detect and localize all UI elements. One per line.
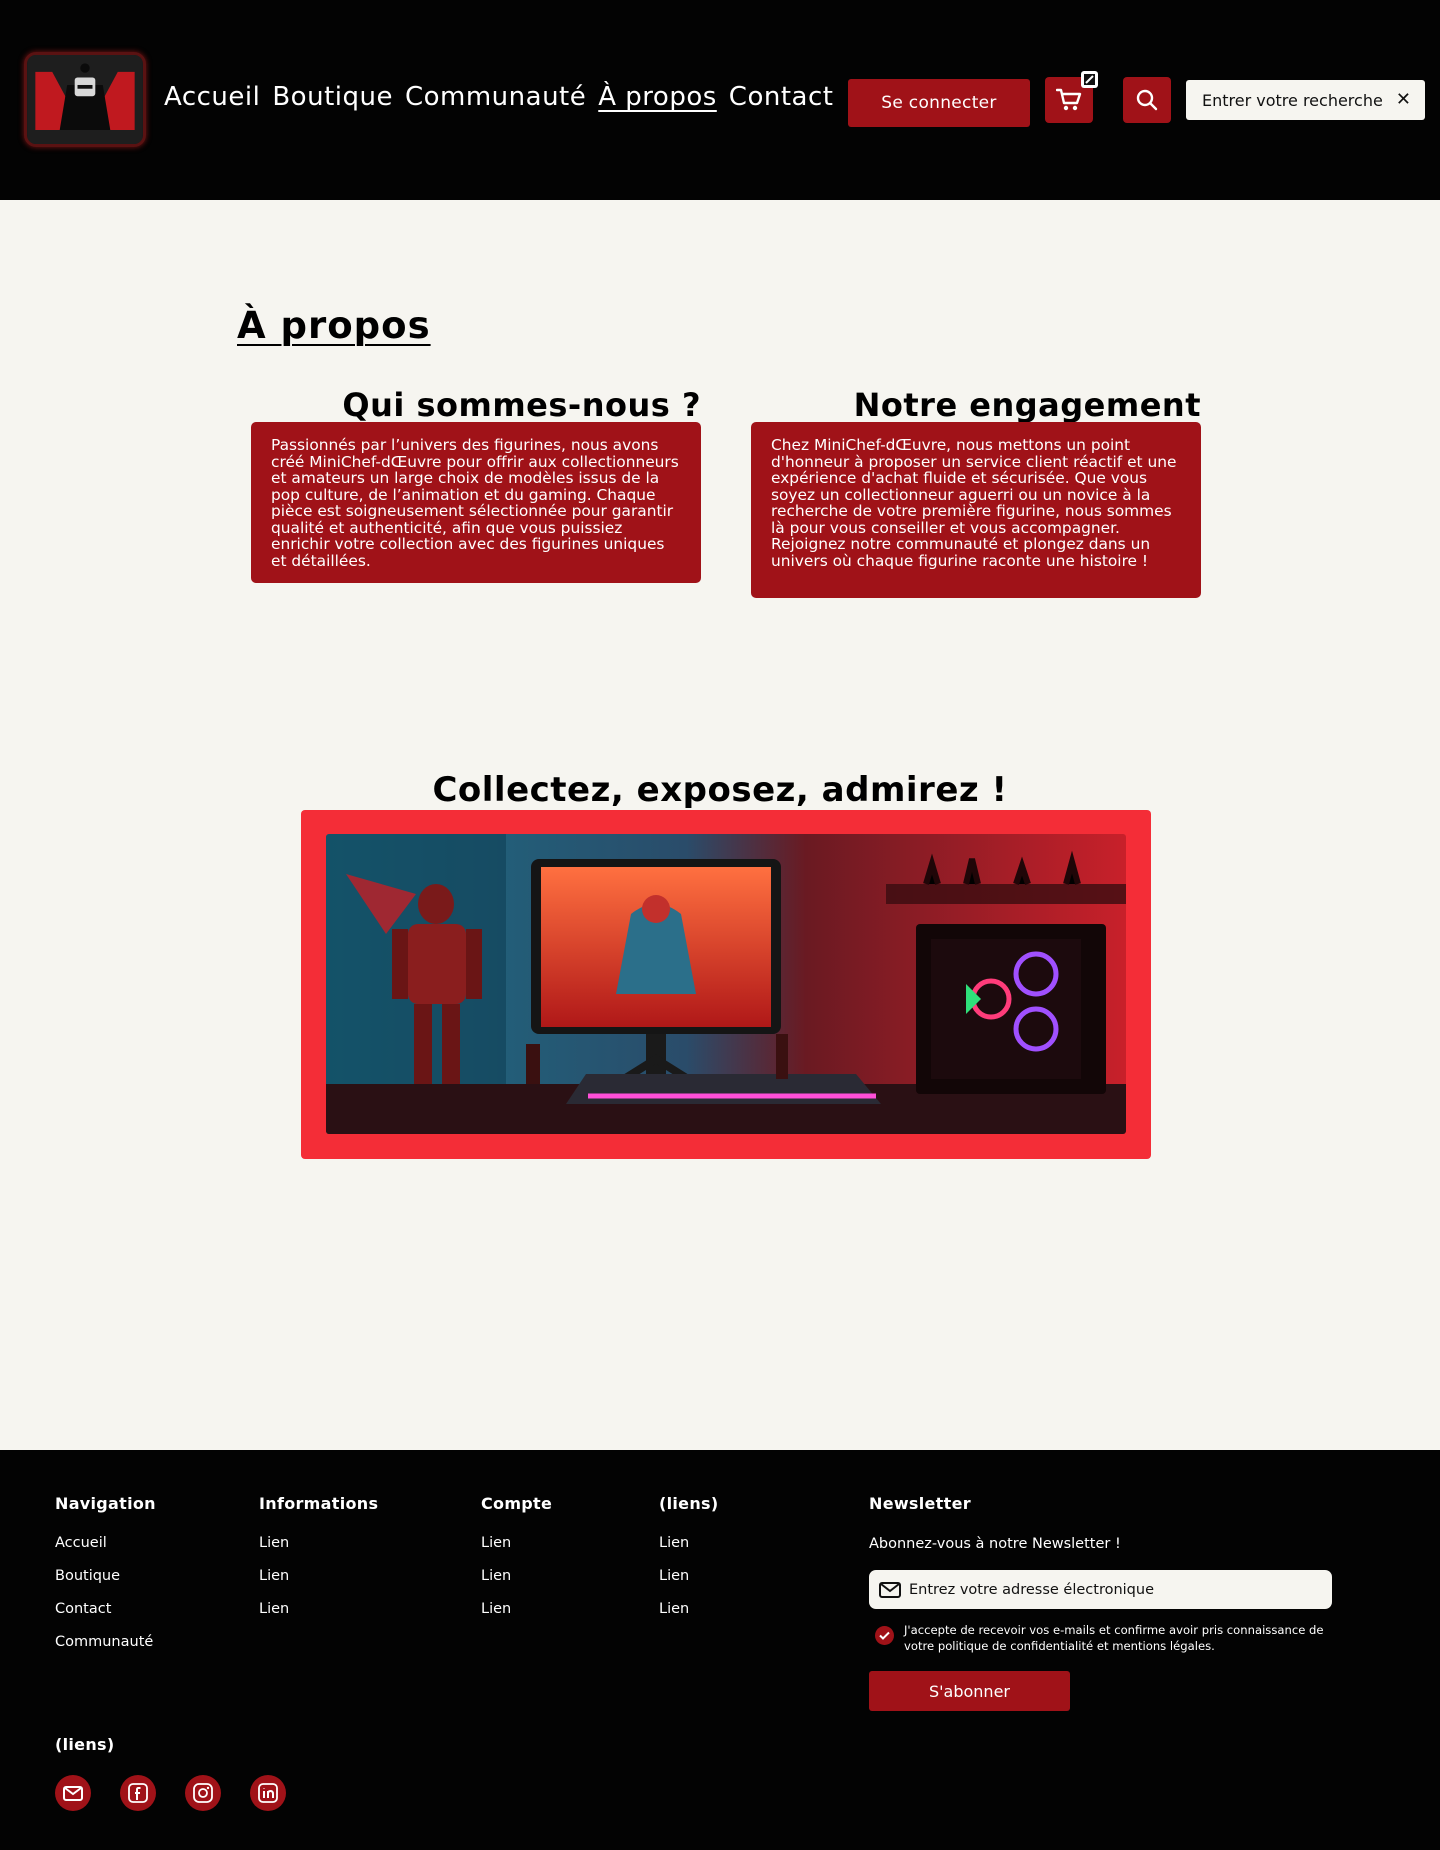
social-mail-link[interactable] — [55, 1775, 91, 1811]
about-card: Passionnés par l’univers des figurines, … — [251, 422, 701, 583]
footer-col-informations: Informations Lien Lien Lien — [259, 1494, 378, 1617]
footer-link[interactable]: Lien — [481, 1601, 552, 1617]
instagram-icon — [193, 1783, 213, 1803]
footer-col-navigation: Navigation Accueil Boutique Contact Comm… — [55, 1494, 156, 1650]
search-icon — [1136, 89, 1158, 111]
commitment-text: Chez MiniChef-dŒuvre, nous mettons un po… — [771, 436, 1177, 570]
gaming-setup-image — [326, 834, 1126, 1134]
footer-link[interactable]: Communauté — [55, 1634, 156, 1650]
footer-link[interactable]: Lien — [659, 1535, 718, 1551]
gallery-frame — [301, 810, 1151, 1159]
newsletter-text: Abonnez-vous à notre Newsletter ! — [869, 1536, 1121, 1552]
cart-icon — [1056, 88, 1082, 111]
footer-heading: Navigation — [55, 1494, 156, 1513]
nav-contact[interactable]: Contact — [729, 82, 834, 112]
footer-link[interactable]: Lien — [481, 1568, 552, 1584]
subscribe-button[interactable]: S'abonner — [869, 1671, 1070, 1711]
search-field: ✕ — [1186, 80, 1425, 120]
footer-col-compte: Compte Lien Lien Lien — [481, 1494, 552, 1617]
checkmark-icon — [879, 1631, 890, 1640]
newsletter-heading: Newsletter — [869, 1494, 971, 1513]
social-facebook-link[interactable] — [120, 1775, 156, 1811]
login-button[interactable]: Se connecter — [848, 79, 1030, 127]
gallery-title: Collectez, exposez, admirez ! — [432, 770, 1008, 810]
page-title: À propos — [237, 304, 431, 347]
social-heading: (liens) — [55, 1735, 115, 1754]
facebook-icon — [128, 1783, 148, 1803]
nav-boutique[interactable]: Boutique — [272, 82, 393, 112]
consent-checkbox[interactable] — [875, 1626, 894, 1645]
newsletter-email-input[interactable] — [909, 1581, 1309, 1598]
footer-link[interactable]: Boutique — [55, 1568, 156, 1584]
site-logo[interactable] — [24, 52, 146, 147]
section-title-commitment: Notre engagement — [853, 386, 1201, 424]
about-text: Passionnés par l’univers des figurines, … — [271, 436, 679, 570]
nav-communaute[interactable]: Communauté — [405, 82, 586, 112]
search-button[interactable] — [1123, 77, 1171, 123]
footer-link[interactable]: Lien — [259, 1535, 378, 1551]
newsletter-consent: J'accepte de recevoir vos e-mails et con… — [875, 1622, 1335, 1654]
footer-link[interactable]: Lien — [659, 1568, 718, 1584]
consent-text: J'accepte de recevoir vos e-mails et con… — [904, 1623, 1324, 1653]
footer-link[interactable]: Lien — [259, 1601, 378, 1617]
footer-link[interactable]: Accueil — [55, 1535, 156, 1551]
footer-col-liens: (liens) Lien Lien Lien — [659, 1494, 718, 1617]
linkedin-icon — [258, 1783, 278, 1803]
logo-image — [27, 55, 143, 144]
section-title-about: Qui sommes-nous ? — [342, 386, 701, 424]
footer-link[interactable]: Lien — [259, 1568, 378, 1584]
social-linkedin-link[interactable] — [250, 1775, 286, 1811]
footer-link[interactable]: Lien — [481, 1535, 552, 1551]
mail-icon — [879, 1581, 901, 1598]
mail-icon — [63, 1785, 83, 1801]
footer-heading: Informations — [259, 1494, 379, 1513]
cart-badge — [1081, 71, 1098, 88]
nav-a-propos[interactable]: À propos — [598, 82, 717, 112]
nav-accueil[interactable]: Accueil — [164, 82, 260, 112]
search-input[interactable] — [1202, 90, 1382, 110]
footer-link[interactable]: Contact — [55, 1601, 156, 1617]
gaming-setup-illustration — [326, 834, 1126, 1134]
social-instagram-link[interactable] — [185, 1775, 221, 1811]
commitment-card: Chez MiniChef-dŒuvre, nous mettons un po… — [751, 422, 1201, 598]
footer-heading: (liens) — [659, 1494, 719, 1513]
newsletter-email-field — [869, 1570, 1332, 1609]
site-footer: Navigation Accueil Boutique Contact Comm… — [0, 1450, 1440, 1850]
pencil-icon — [1084, 74, 1095, 85]
footer-link[interactable]: Lien — [659, 1601, 718, 1617]
main-nav: Accueil Boutique Communauté À propos Con… — [164, 82, 833, 112]
footer-heading: Compte — [481, 1494, 553, 1513]
close-icon[interactable]: ✕ — [1396, 91, 1411, 109]
site-header: Accueil Boutique Communauté À propos Con… — [0, 0, 1440, 200]
